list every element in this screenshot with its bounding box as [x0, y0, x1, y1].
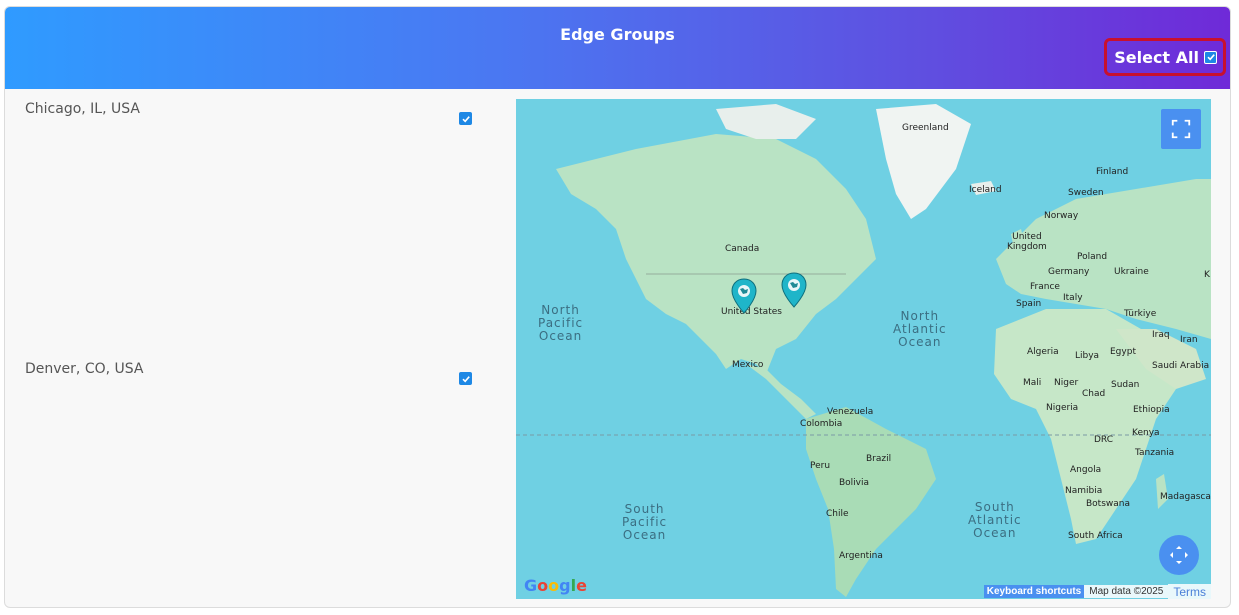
ocean-label-south-pacific: South Pacific Ocean: [622, 502, 668, 542]
fullscreen-icon: [1171, 119, 1191, 139]
country-label-venezuela: Venezuela: [827, 407, 874, 417]
country-label-chad: Chad: [1082, 389, 1106, 399]
country-label-ukraine: Ukraine: [1114, 267, 1149, 277]
map-marker-denver[interactable]: [730, 277, 758, 317]
country-label-germany: Germany: [1048, 267, 1090, 277]
country-label-argentina: Argentina: [839, 551, 883, 561]
keyboard-shortcuts-button[interactable]: Keyboard shortcuts: [983, 585, 1085, 598]
check-icon: [461, 375, 470, 382]
country-label-greenland: Greenland: [902, 123, 949, 133]
map-marker-chicago[interactable]: [780, 271, 808, 311]
country-label-italy: Italy: [1063, 293, 1083, 303]
world-map[interactable]: North Pacific Ocean North Atlantic Ocean Sou…: [516, 99, 1211, 599]
country-label-egypt: Egypt: [1110, 347, 1136, 357]
country-label-angola: Angola: [1070, 465, 1102, 475]
country-label-finland: Finland: [1096, 167, 1129, 177]
map-footer: Keyboard shortcuts Map data ©2025 Terms: [983, 583, 1211, 599]
select-all-label: Select All: [1114, 47, 1199, 67]
ocean-label-north-pacific: North Pacific Ocean: [538, 303, 584, 343]
map-data-attribution: Map data ©2025: [1084, 585, 1169, 598]
fullscreen-button[interactable]: [1161, 109, 1201, 149]
location-label-chicago: Chicago, IL, USA: [25, 101, 140, 117]
select-all-toggle[interactable]: Select All: [1104, 38, 1226, 76]
country-label-ethiopia: Ethiopia: [1133, 405, 1170, 415]
country-label-turkiye: Türkiye: [1124, 309, 1157, 319]
country-label-iceland: Iceland: [969, 185, 1002, 195]
country-label-south-africa: South Africa: [1068, 531, 1123, 541]
country-label-iran: Iran: [1180, 335, 1198, 345]
country-label-mexico: Mexico: [732, 360, 764, 370]
ocean-label-south-atlantic: South Atlantic Ocean: [968, 500, 1022, 540]
location-label-denver: Denver, CO, USA: [25, 361, 144, 377]
terms-link[interactable]: Terms: [1168, 583, 1211, 599]
edge-groups-panel: Edge Groups Select All Chicago, IL, USA …: [4, 6, 1231, 608]
country-label-botswana: Botswana: [1086, 499, 1130, 509]
country-label-sweden: Sweden: [1068, 188, 1104, 198]
country-label-bolivia: Bolivia: [839, 478, 870, 488]
country-label-france: France: [1030, 282, 1060, 292]
country-label-norway: Norway: [1044, 211, 1079, 221]
pan-control-button[interactable]: [1159, 535, 1199, 575]
globe-pin-icon: [781, 272, 807, 308]
country-label-madagascar: Madagascar: [1160, 492, 1211, 502]
select-all-checkbox[interactable]: [1204, 50, 1217, 64]
country-label-tanzania: Tanzania: [1135, 448, 1175, 458]
pan-arrows-icon: [1170, 546, 1188, 564]
country-label-mali: Mali: [1023, 378, 1042, 388]
check-icon: [1206, 54, 1215, 61]
panel-title: Edge Groups: [560, 25, 675, 44]
country-label-drc: DRC: [1094, 435, 1114, 445]
country-label-libya: Libya: [1075, 351, 1100, 361]
country-label-spain: Spain: [1016, 299, 1042, 309]
country-label-iraq: Iraq: [1152, 330, 1170, 340]
country-label-peru: Peru: [810, 461, 831, 471]
location-checkbox-denver[interactable]: [459, 372, 472, 385]
country-label-kaz: K: [1204, 270, 1210, 280]
globe-pin-icon: [731, 278, 757, 314]
location-checkbox-chicago[interactable]: [459, 112, 472, 125]
country-label-namibia: Namibia: [1065, 486, 1103, 496]
ocean-label-north-atlantic: North Atlantic Ocean: [893, 309, 947, 349]
check-icon: [461, 115, 470, 122]
country-label-saudi: Saudi Arabia: [1152, 361, 1210, 371]
country-label-sudan: Sudan: [1111, 380, 1140, 390]
google-logo: Google: [524, 576, 587, 595]
country-label-algeria: Algeria: [1027, 347, 1059, 357]
country-label-brazil: Brazil: [866, 454, 892, 464]
country-label-nigeria: Nigeria: [1046, 403, 1079, 413]
country-label-niger: Niger: [1054, 378, 1079, 388]
country-label-kenya: Kenya: [1132, 428, 1160, 438]
country-label-poland: Poland: [1077, 252, 1108, 262]
country-label-canada: Canada: [725, 244, 760, 254]
country-label-chile: Chile: [826, 509, 849, 519]
country-label-uk: United Kingdom: [1007, 232, 1047, 252]
panel-header: Edge Groups Select All: [5, 7, 1230, 89]
country-label-colombia: Colombia: [800, 419, 843, 429]
